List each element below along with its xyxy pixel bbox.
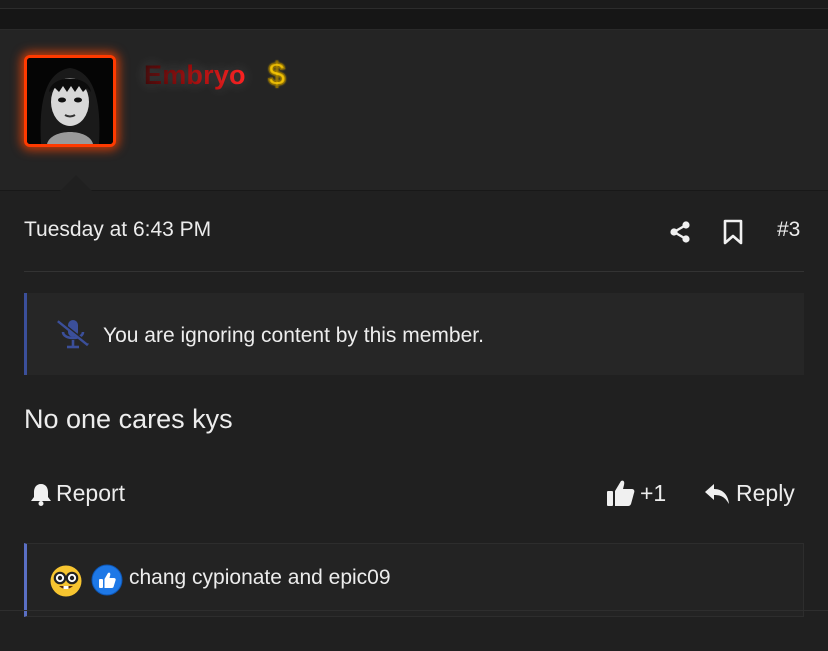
reaction-users[interactable]: chang cypionate and epic09 <box>129 566 391 590</box>
thread-page: Embryo $ Tuesday at 6:43 PM #3 You are i… <box>0 0 828 651</box>
report-label: Report <box>56 480 126 506</box>
post-3: Embryo $ Tuesday at 6:43 PM #3 You are i… <box>0 30 828 651</box>
post-userbar: Embryo $ <box>0 30 828 191</box>
username[interactable]: Embryo <box>144 60 246 91</box>
avatar-image <box>27 58 113 144</box>
thumbs-up-icon <box>607 480 635 506</box>
meta-divider <box>24 271 804 272</box>
reply-arrow-icon <box>705 484 729 504</box>
previous-post-edge <box>0 0 828 9</box>
nerd-face-icon <box>49 564 83 603</box>
post-bottom-border <box>0 610 828 611</box>
userbar-pointer <box>60 175 92 191</box>
dollar-sign-icon: $ <box>268 56 287 93</box>
reactions-bar[interactable]: chang cypionate and epic09 <box>24 543 804 617</box>
bookmark-icon[interactable] <box>722 219 744 250</box>
like-count[interactable]: +1 <box>640 480 666 507</box>
post-timestamp[interactable]: Tuesday at 6:43 PM <box>24 218 211 242</box>
ignore-notice-text: You are ignoring content by this member. <box>103 324 484 347</box>
avatar[interactable] <box>24 55 116 147</box>
reply-label: Reply <box>736 480 795 506</box>
ignored-content-notice: You are ignoring content by this member. <box>24 293 804 375</box>
post-separator <box>0 9 828 30</box>
muted-microphone-icon <box>55 318 91 355</box>
bell-icon <box>31 484 51 506</box>
post-number-link[interactable]: #3 <box>777 218 800 242</box>
share-icon[interactable] <box>668 220 692 249</box>
post-body: No one cares kys <box>24 404 233 434</box>
thumbs-up-badge-icon <box>91 564 123 601</box>
like-button[interactable] <box>606 478 636 513</box>
